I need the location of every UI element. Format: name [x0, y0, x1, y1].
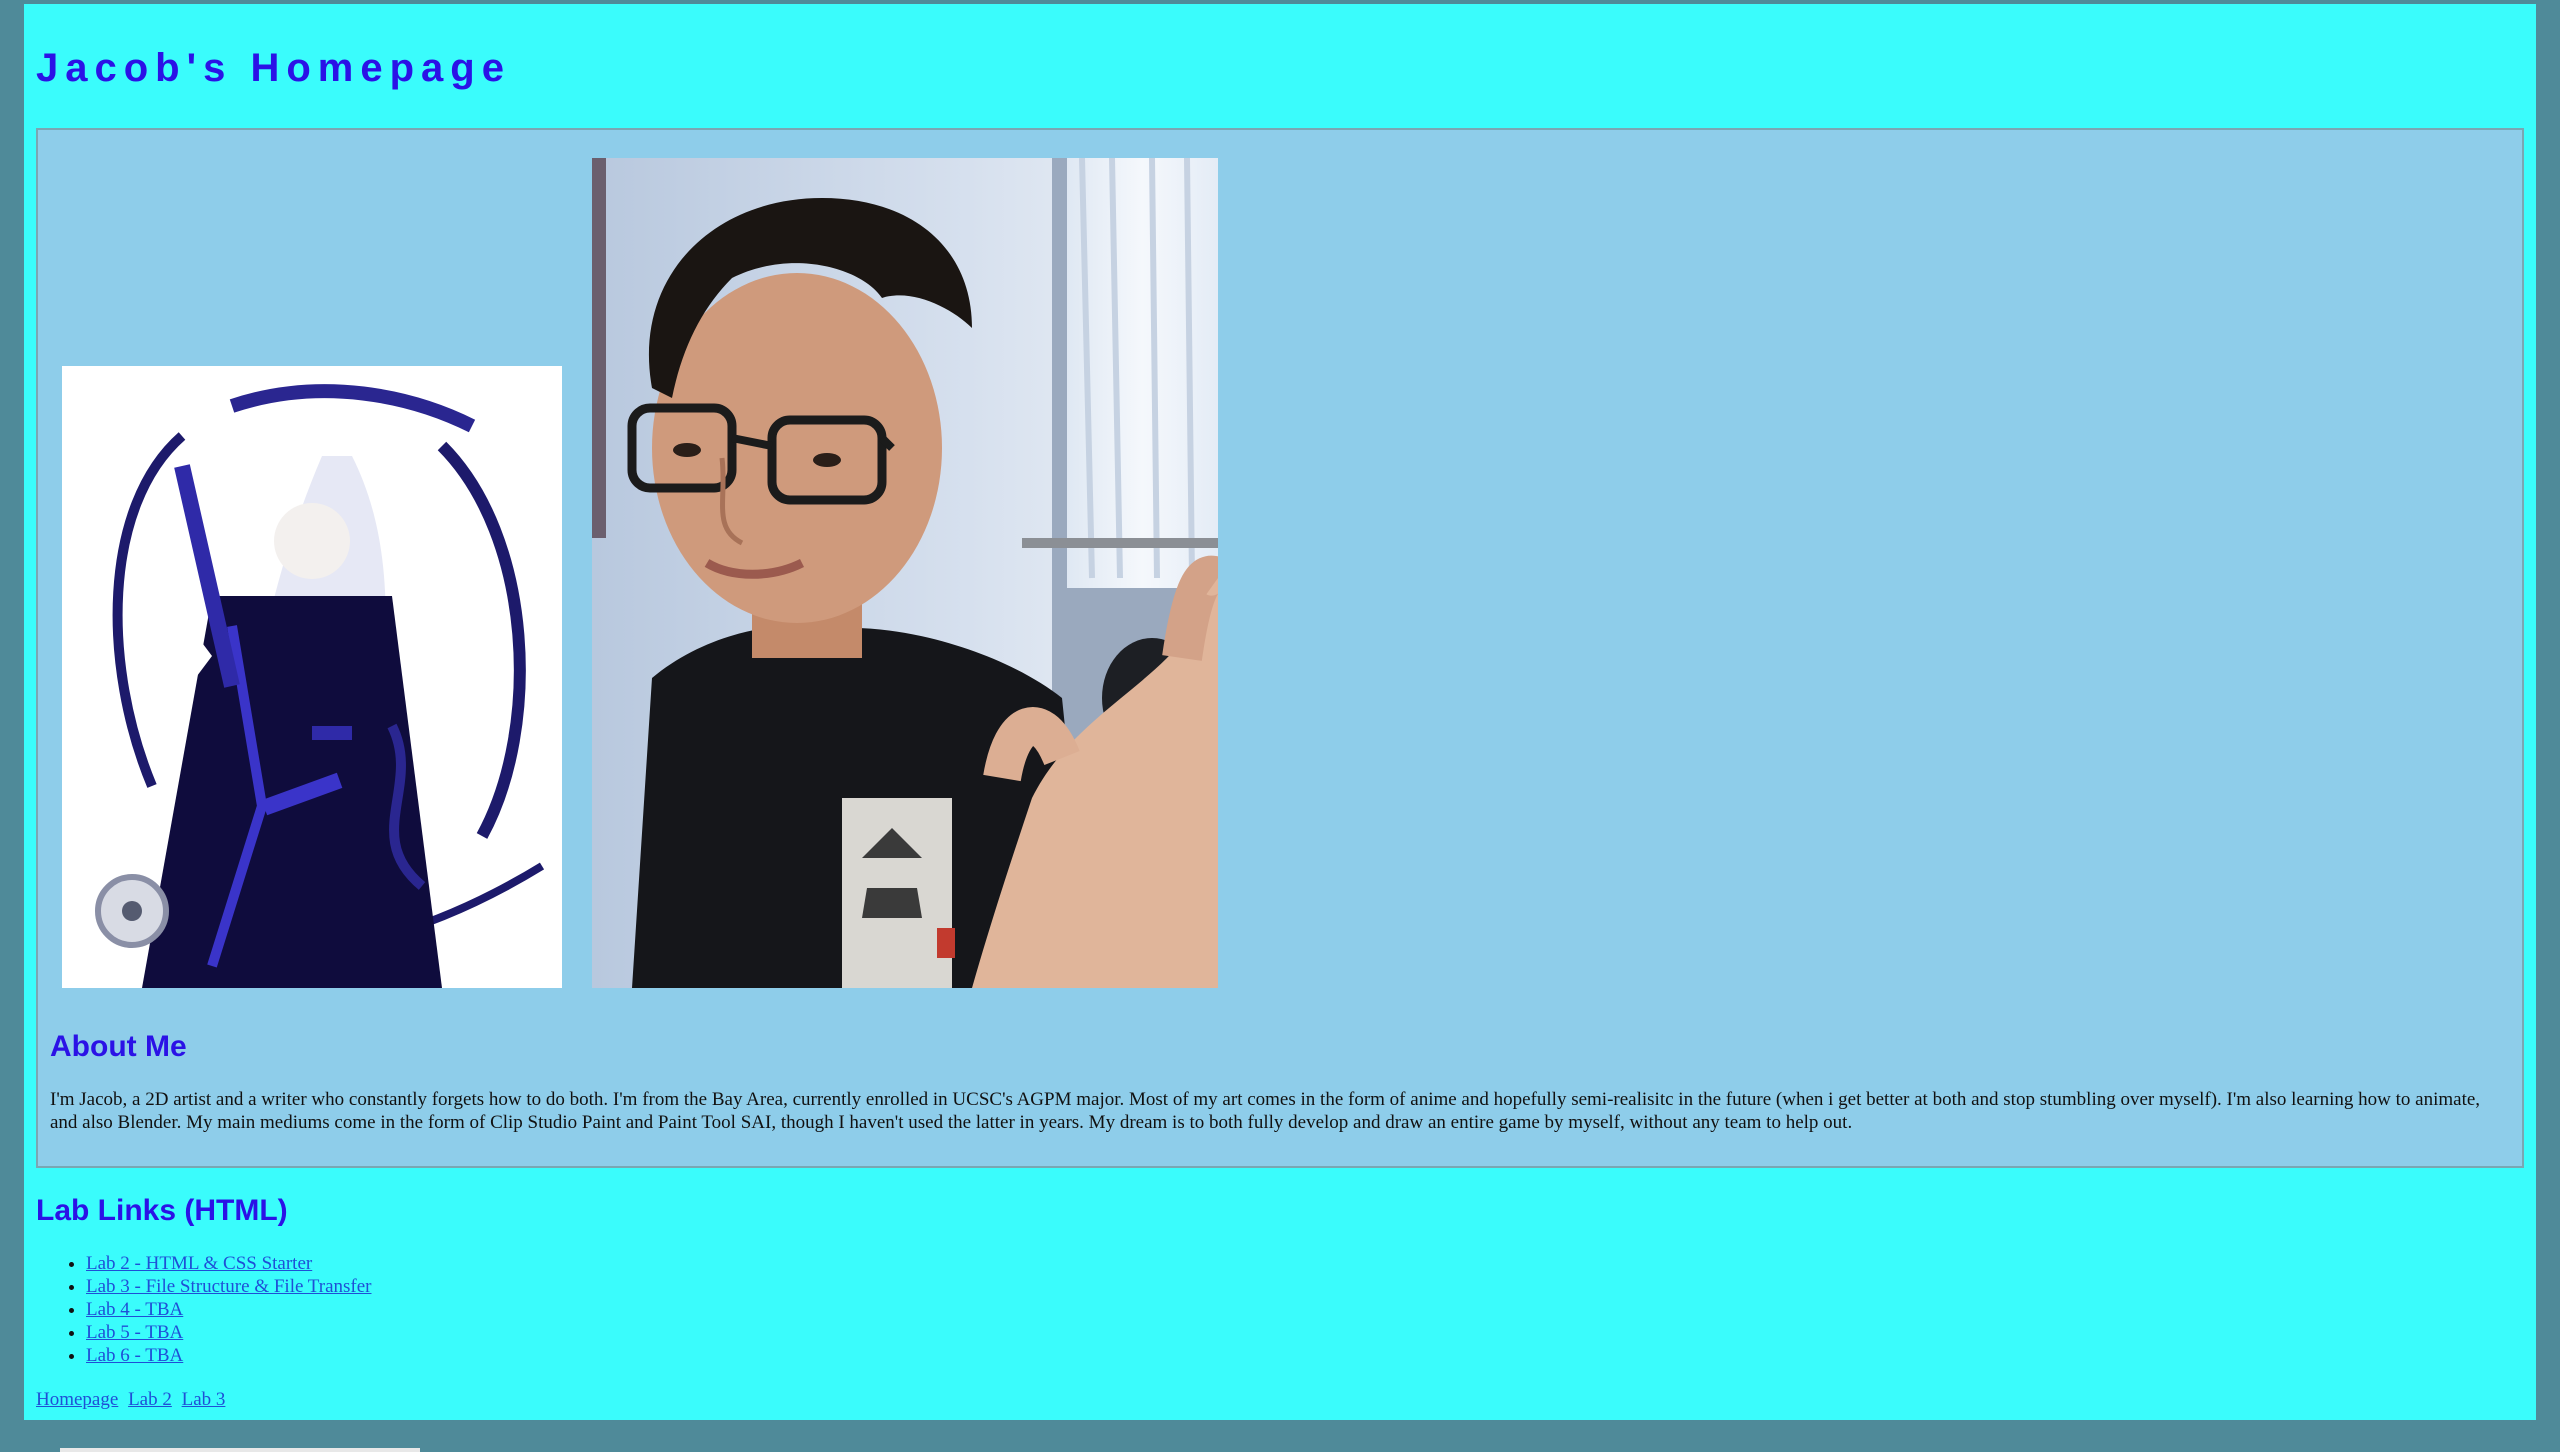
list-item: Lab 4 - TBA: [86, 1298, 372, 1321]
about-paragraph: I'm Jacob, a 2D artist and a writer who …: [50, 1089, 2481, 1133]
lab-3-link[interactable]: Lab 3 - File Structure & File Transfer: [86, 1276, 372, 1297]
content-panel: About Me I'm Jacob, a 2D artist and a wr…: [36, 128, 2524, 1168]
profile-photo: [592, 158, 1218, 988]
lab-links-list: Lab 2 - HTML & CSS Starter Lab 3 - File …: [36, 1252, 372, 1367]
list-item: Lab 3 - File Structure & File Transfer: [86, 1275, 372, 1298]
artwork-image: [62, 366, 562, 988]
footer-link-lab-3[interactable]: Lab 3: [182, 1389, 226, 1410]
lab-5-link[interactable]: Lab 5 - TBA: [86, 1322, 183, 1343]
page-container: Jacob's Homepage About Me I'm Jacob, a 2…: [24, 4, 2536, 1420]
horizontal-scrollbar[interactable]: [60, 1448, 420, 1452]
footer-nav: Homepage Lab 2 Lab 3: [36, 1388, 230, 1411]
list-item: Lab 5 - TBA: [86, 1321, 372, 1344]
selfie-photograph: [592, 158, 1218, 988]
about-heading: About Me: [50, 1030, 187, 1063]
lab-links-heading: Lab Links (HTML): [36, 1194, 288, 1227]
anime-artwork-illustration: [62, 366, 562, 988]
lab-6-link[interactable]: Lab 6 - TBA: [86, 1345, 183, 1366]
footer-link-lab-2[interactable]: Lab 2: [128, 1389, 172, 1410]
page-title: Jacob's Homepage: [36, 46, 511, 90]
list-item: Lab 6 - TBA: [86, 1344, 372, 1367]
lab-2-link[interactable]: Lab 2 - HTML & CSS Starter: [86, 1253, 312, 1274]
lab-4-link[interactable]: Lab 4 - TBA: [86, 1299, 183, 1320]
footer-link-homepage[interactable]: Homepage: [36, 1389, 118, 1410]
list-item: Lab 2 - HTML & CSS Starter: [86, 1252, 372, 1275]
